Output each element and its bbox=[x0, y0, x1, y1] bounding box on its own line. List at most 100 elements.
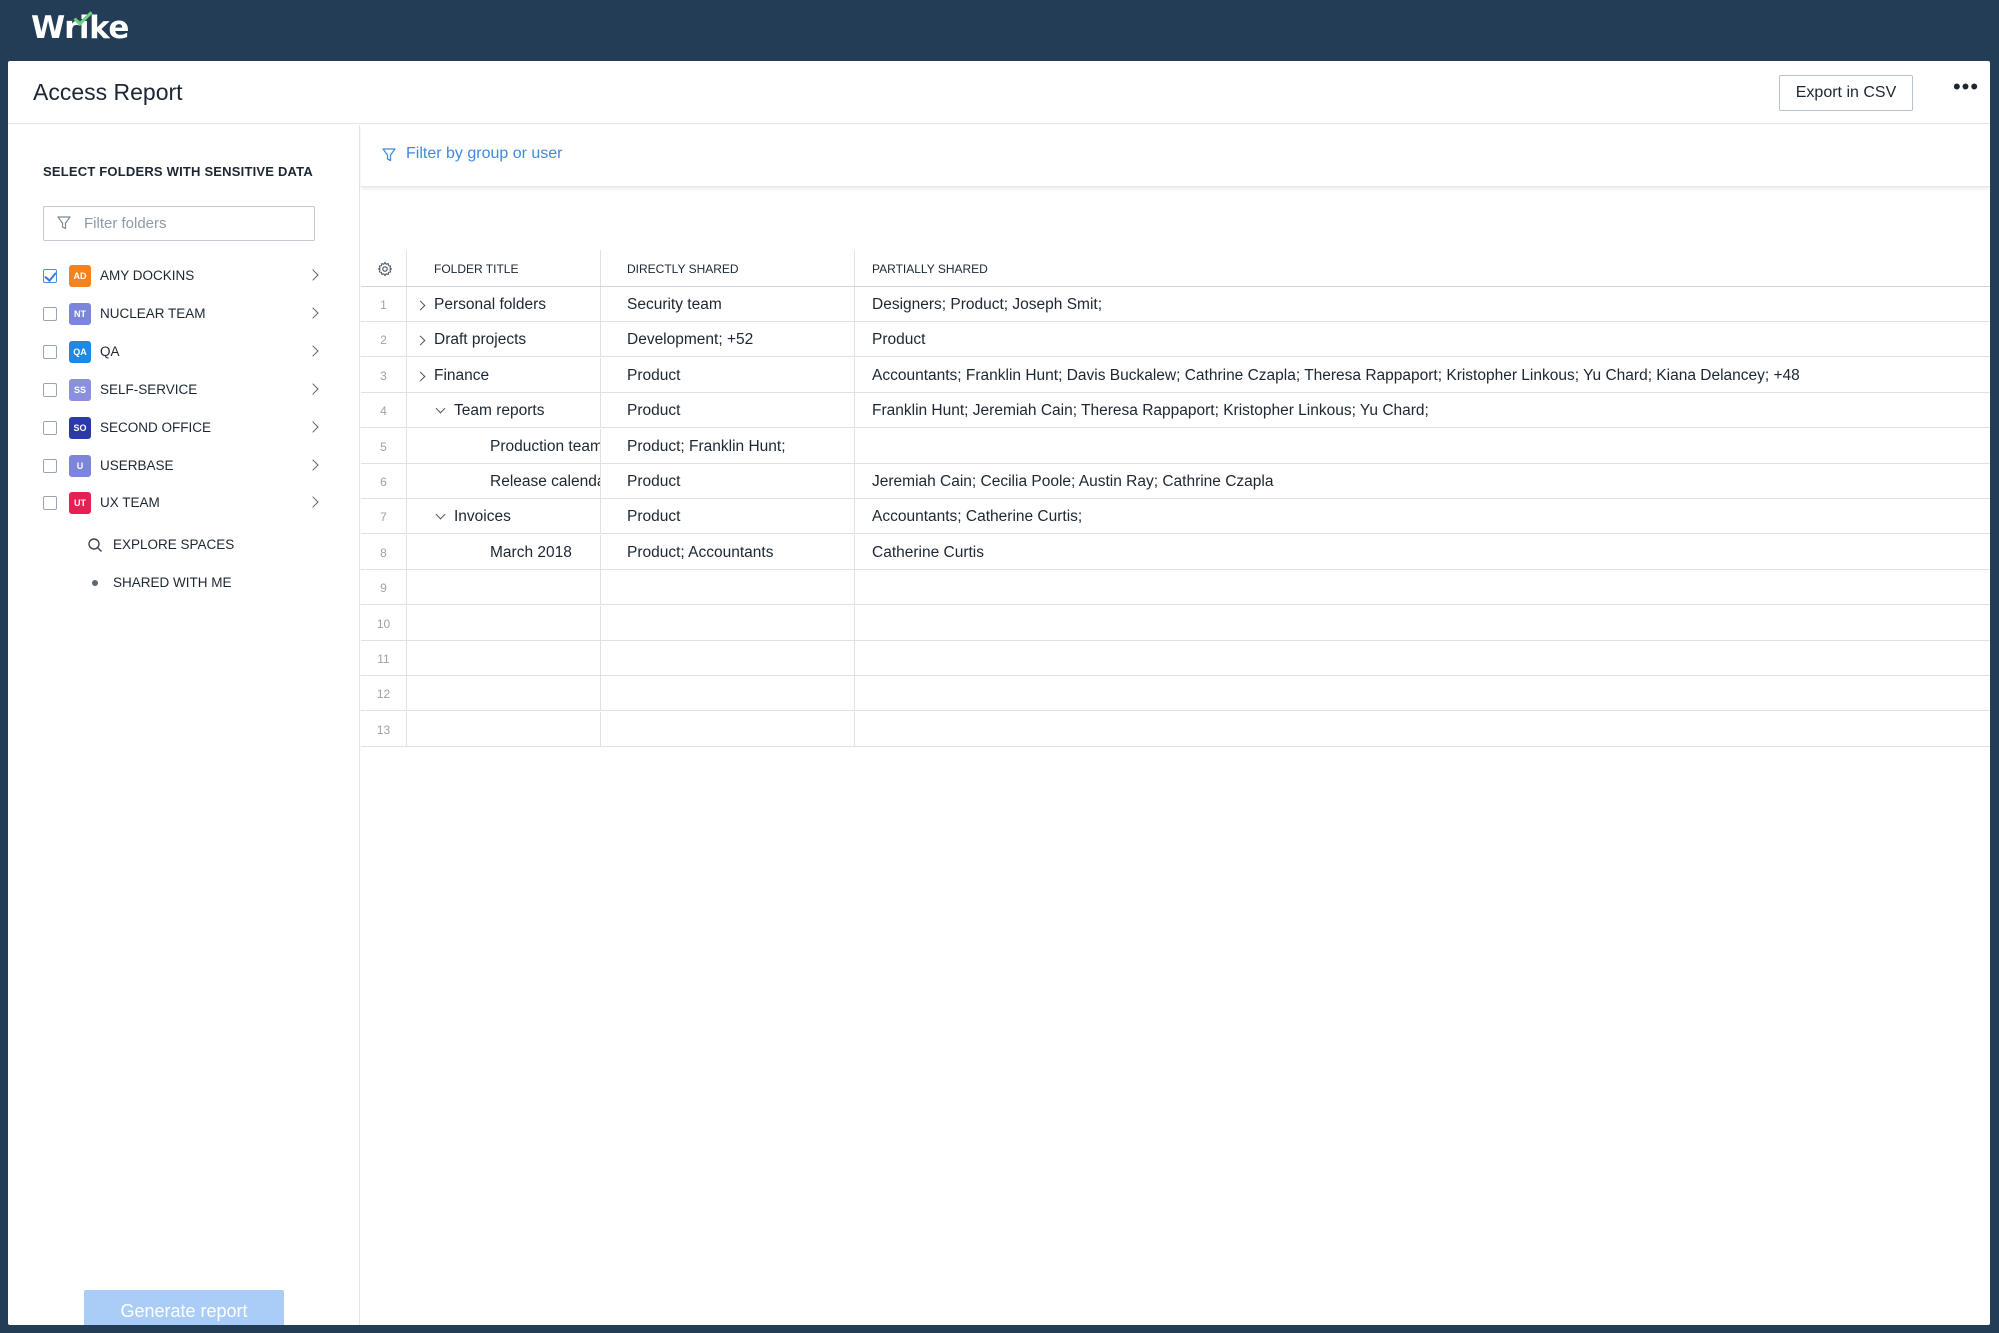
report-header: Access Report Export in CSV ••• bbox=[8, 61, 1990, 124]
folder-title-cell[interactable]: Finance bbox=[407, 357, 601, 392]
space-checkbox[interactable] bbox=[43, 345, 57, 359]
space-item-self-service[interactable]: SS SELF-SERVICE bbox=[43, 376, 323, 404]
table-row[interactable]: 5 Production team Product; Franklin Hunt; bbox=[361, 428, 1990, 464]
space-avatar: U bbox=[69, 455, 91, 477]
row-number: 12 bbox=[361, 676, 407, 711]
partially-shared-cell bbox=[855, 429, 1990, 463]
table-row[interactable]: 1 Personal folders Security team Designers;… bbox=[361, 287, 1990, 322]
folder-title-cell[interactable]: March 2018 bbox=[407, 534, 601, 569]
folder-title-cell[interactable] bbox=[407, 605, 601, 640]
space-checkbox[interactable] bbox=[43, 383, 57, 397]
expand-chevron-icon[interactable] bbox=[415, 335, 426, 346]
partially-shared-cell: Product bbox=[872, 331, 926, 349]
directly-shared-cell: Development; +52 bbox=[601, 322, 855, 357]
folder-title-cell[interactable]: Release calendar bbox=[407, 464, 601, 498]
table-row[interactable]: 2 Draft projects Development; +52 Product bbox=[361, 322, 1990, 358]
table-row[interactable]: 8 March 2018 Product; Accountants Catherine… bbox=[361, 534, 1990, 570]
column-header-partially-shared[interactable]: PARTIALLY SHARED bbox=[855, 250, 1990, 286]
explore-spaces-label: EXPLORE SPACES bbox=[113, 537, 235, 552]
chevron-right-icon[interactable] bbox=[307, 345, 319, 357]
space-item-amy-dockins[interactable]: AD AMY DOCKINS bbox=[43, 262, 323, 290]
row-number: 6 bbox=[361, 464, 407, 498]
folder-title-text: Draft projects bbox=[434, 331, 527, 349]
partially-shared-cell bbox=[855, 606, 1990, 640]
table-row[interactable]: 12 bbox=[361, 676, 1990, 712]
collapse-chevron-icon[interactable] bbox=[435, 403, 446, 414]
space-checkbox[interactable] bbox=[43, 421, 57, 435]
table-row[interactable]: 4 Team reports Product Franklin Hunt; Jerem… bbox=[361, 393, 1990, 429]
space-avatar: NT bbox=[69, 303, 91, 325]
row-number: 11 bbox=[361, 641, 407, 675]
row-number: 3 bbox=[361, 357, 407, 392]
folder-title-cell[interactable]: Invoices bbox=[407, 499, 601, 534]
directly-shared-cell bbox=[601, 711, 855, 746]
directly-shared-cell: Product bbox=[601, 464, 855, 498]
search-icon bbox=[88, 538, 102, 552]
chevron-right-icon[interactable] bbox=[307, 421, 319, 433]
expand-chevron-icon[interactable] bbox=[415, 371, 426, 382]
column-header-folder-title[interactable]: FOLDER TITLE bbox=[407, 250, 601, 286]
space-item-qa[interactable]: QA QA bbox=[43, 338, 323, 366]
partially-shared-cell: Accountants; Franklin Hunt; Davis Buckal… bbox=[872, 366, 1800, 384]
space-item-nuclear-team[interactable]: NT NUCLEAR TEAM bbox=[43, 300, 323, 328]
chevron-right-icon[interactable] bbox=[307, 496, 319, 508]
directly-shared-cell bbox=[601, 605, 855, 640]
table-row[interactable]: 10 bbox=[361, 605, 1990, 641]
export-csv-button[interactable]: Export in CSV bbox=[1779, 75, 1913, 111]
space-item-second-office[interactable]: SO SECOND OFFICE bbox=[43, 414, 323, 442]
partially-shared-cell bbox=[855, 641, 1990, 675]
chevron-right-icon[interactable] bbox=[307, 269, 319, 281]
partially-shared-cell: Jeremiah Cain; Cecilia Poole; Austin Ray… bbox=[872, 473, 1274, 490]
folder-title-cell[interactable] bbox=[407, 641, 601, 675]
shared-with-me-link[interactable]: SHARED WITH ME bbox=[43, 569, 303, 597]
table-row[interactable]: 3 Finance Product Accountants; Franklin Hun… bbox=[361, 357, 1990, 393]
column-header-directly-shared[interactable]: DIRECTLY SHARED bbox=[601, 250, 855, 286]
folder-title-cell[interactable]: Draft projects bbox=[407, 322, 601, 357]
space-item-userbase[interactable]: U USERBASE bbox=[43, 452, 323, 480]
partially-shared-cell: Catherine Curtis bbox=[872, 543, 984, 561]
folder-title-cell[interactable]: Personal folders bbox=[407, 287, 601, 321]
folder-title-cell[interactable] bbox=[407, 570, 601, 605]
folder-title-cell[interactable] bbox=[407, 711, 601, 746]
report-main: Filter by group or user FOLDER TITLE DIR… bbox=[361, 125, 1990, 1325]
chevron-right-icon[interactable] bbox=[307, 459, 319, 471]
space-checkbox[interactable] bbox=[43, 307, 57, 321]
directly-shared-cell bbox=[601, 570, 855, 605]
table-row[interactable]: 6 Release calendar Product Jeremiah Cain; C… bbox=[361, 464, 1990, 499]
space-label: SECOND OFFICE bbox=[100, 420, 212, 435]
folder-title-cell[interactable] bbox=[407, 676, 601, 711]
space-item-ux-team[interactable]: UT UX TEAM bbox=[43, 489, 323, 517]
filter-by-group-link[interactable]: Filter by group or user bbox=[406, 145, 563, 163]
folder-title-cell[interactable]: Production team bbox=[407, 428, 601, 463]
filter-folders-field[interactable] bbox=[43, 206, 315, 241]
more-options-button[interactable]: ••• bbox=[1952, 76, 1980, 105]
row-number: 8 bbox=[361, 534, 407, 569]
table-row[interactable]: 9 bbox=[361, 570, 1990, 606]
table-settings-cell bbox=[361, 250, 407, 286]
table-row[interactable]: 13 bbox=[361, 711, 1990, 747]
space-label: NUCLEAR TEAM bbox=[100, 306, 206, 321]
filter-icon[interactable] bbox=[381, 147, 397, 163]
space-checkbox[interactable] bbox=[43, 496, 57, 510]
chevron-right-icon[interactable] bbox=[307, 383, 319, 395]
space-label: AMY DOCKINS bbox=[100, 268, 195, 283]
collapse-chevron-icon[interactable] bbox=[435, 509, 446, 520]
folder-title-text: Team reports bbox=[454, 402, 545, 420]
directly-shared-cell: Product; Franklin Hunt; bbox=[601, 428, 855, 463]
table-row[interactable]: 7 Invoices Product Accountants; Catherine C… bbox=[361, 499, 1990, 535]
row-number: 5 bbox=[361, 428, 407, 463]
space-checkbox[interactable] bbox=[43, 459, 57, 473]
table-row[interactable]: 11 bbox=[361, 641, 1990, 676]
space-checkbox[interactable] bbox=[43, 269, 57, 283]
folder-title-cell[interactable]: Team reports bbox=[407, 393, 601, 428]
filter-folders-input[interactable] bbox=[84, 211, 304, 236]
directly-shared-cell: Product bbox=[601, 393, 855, 428]
page-title: Access Report bbox=[33, 79, 183, 105]
space-avatar: SS bbox=[69, 379, 91, 401]
gear-icon[interactable] bbox=[377, 261, 393, 277]
explore-spaces-link[interactable]: EXPLORE SPACES bbox=[43, 531, 303, 559]
generate-report-button[interactable]: Generate report bbox=[84, 1290, 284, 1325]
folder-title-text: Invoices bbox=[454, 508, 511, 526]
chevron-right-icon[interactable] bbox=[307, 307, 319, 319]
expand-chevron-icon[interactable] bbox=[415, 300, 426, 311]
